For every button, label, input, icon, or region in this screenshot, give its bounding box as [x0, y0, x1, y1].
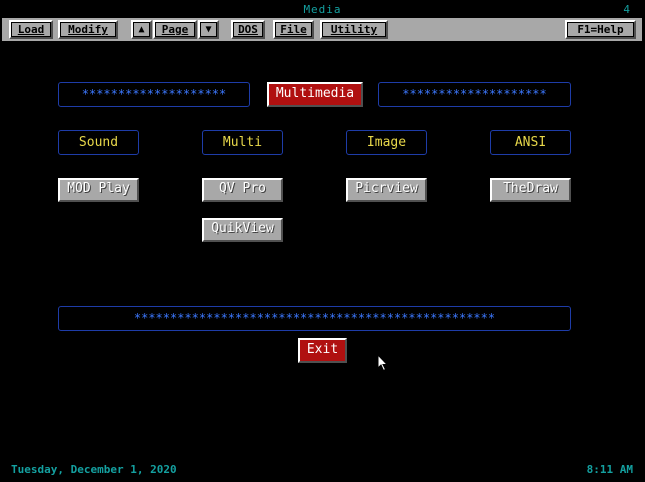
page-up-icon: ▲	[133, 22, 150, 37]
exit-button[interactable]: Exit	[298, 338, 347, 363]
mouse-pointer-icon	[377, 353, 389, 376]
dos-button[interactable]: DOS	[231, 20, 265, 39]
page-down-icon: ▼	[200, 22, 217, 37]
status-time: 8:11 AM	[586, 463, 633, 476]
qv-pro-button[interactable]: QV Pro	[202, 178, 283, 202]
utility-label: Utility	[322, 22, 386, 37]
load-label: Load	[11, 22, 51, 37]
file-button[interactable]: File	[273, 20, 314, 39]
category-ansi: ANSI	[490, 130, 571, 155]
left-stars-banner: ********************	[58, 82, 250, 107]
file-label: File	[275, 22, 312, 37]
page-down-button[interactable]: ▼	[198, 20, 219, 39]
dos-menu-screen: Media 4 Load Modify ▲ Page ▼ DOS File Ut…	[0, 0, 645, 482]
page-number: 4	[623, 3, 630, 16]
right-stars-banner: ********************	[378, 82, 571, 107]
page-button[interactable]: Page	[153, 20, 197, 39]
quikview-button[interactable]: QuikView	[202, 218, 283, 242]
multimedia-heading: Multimedia	[267, 82, 363, 107]
utility-button[interactable]: Utility	[320, 20, 388, 39]
status-date: Tuesday, December 1, 2020	[11, 463, 177, 476]
category-sound: Sound	[58, 130, 139, 155]
load-button[interactable]: Load	[9, 20, 53, 39]
window-title: Media	[303, 3, 342, 16]
category-image: Image	[346, 130, 427, 155]
help-label: F1=Help	[567, 22, 634, 37]
menu-bar: Load Modify ▲ Page ▼ DOS File Utility F1…	[2, 18, 642, 41]
modify-label: Modify	[60, 22, 116, 37]
page-up-button[interactable]: ▲	[131, 20, 152, 39]
thedraw-button[interactable]: TheDraw	[490, 178, 571, 202]
dos-label: DOS	[233, 22, 263, 37]
category-multi: Multi	[202, 130, 283, 155]
page-label: Page	[155, 22, 195, 37]
modify-button[interactable]: Modify	[58, 20, 118, 39]
help-button[interactable]: F1=Help	[565, 20, 636, 39]
bottom-stars-banner: ****************************************…	[58, 306, 571, 331]
mod-play-button[interactable]: MOD Play	[58, 178, 139, 202]
picrview-button[interactable]: Picrview	[346, 178, 427, 202]
